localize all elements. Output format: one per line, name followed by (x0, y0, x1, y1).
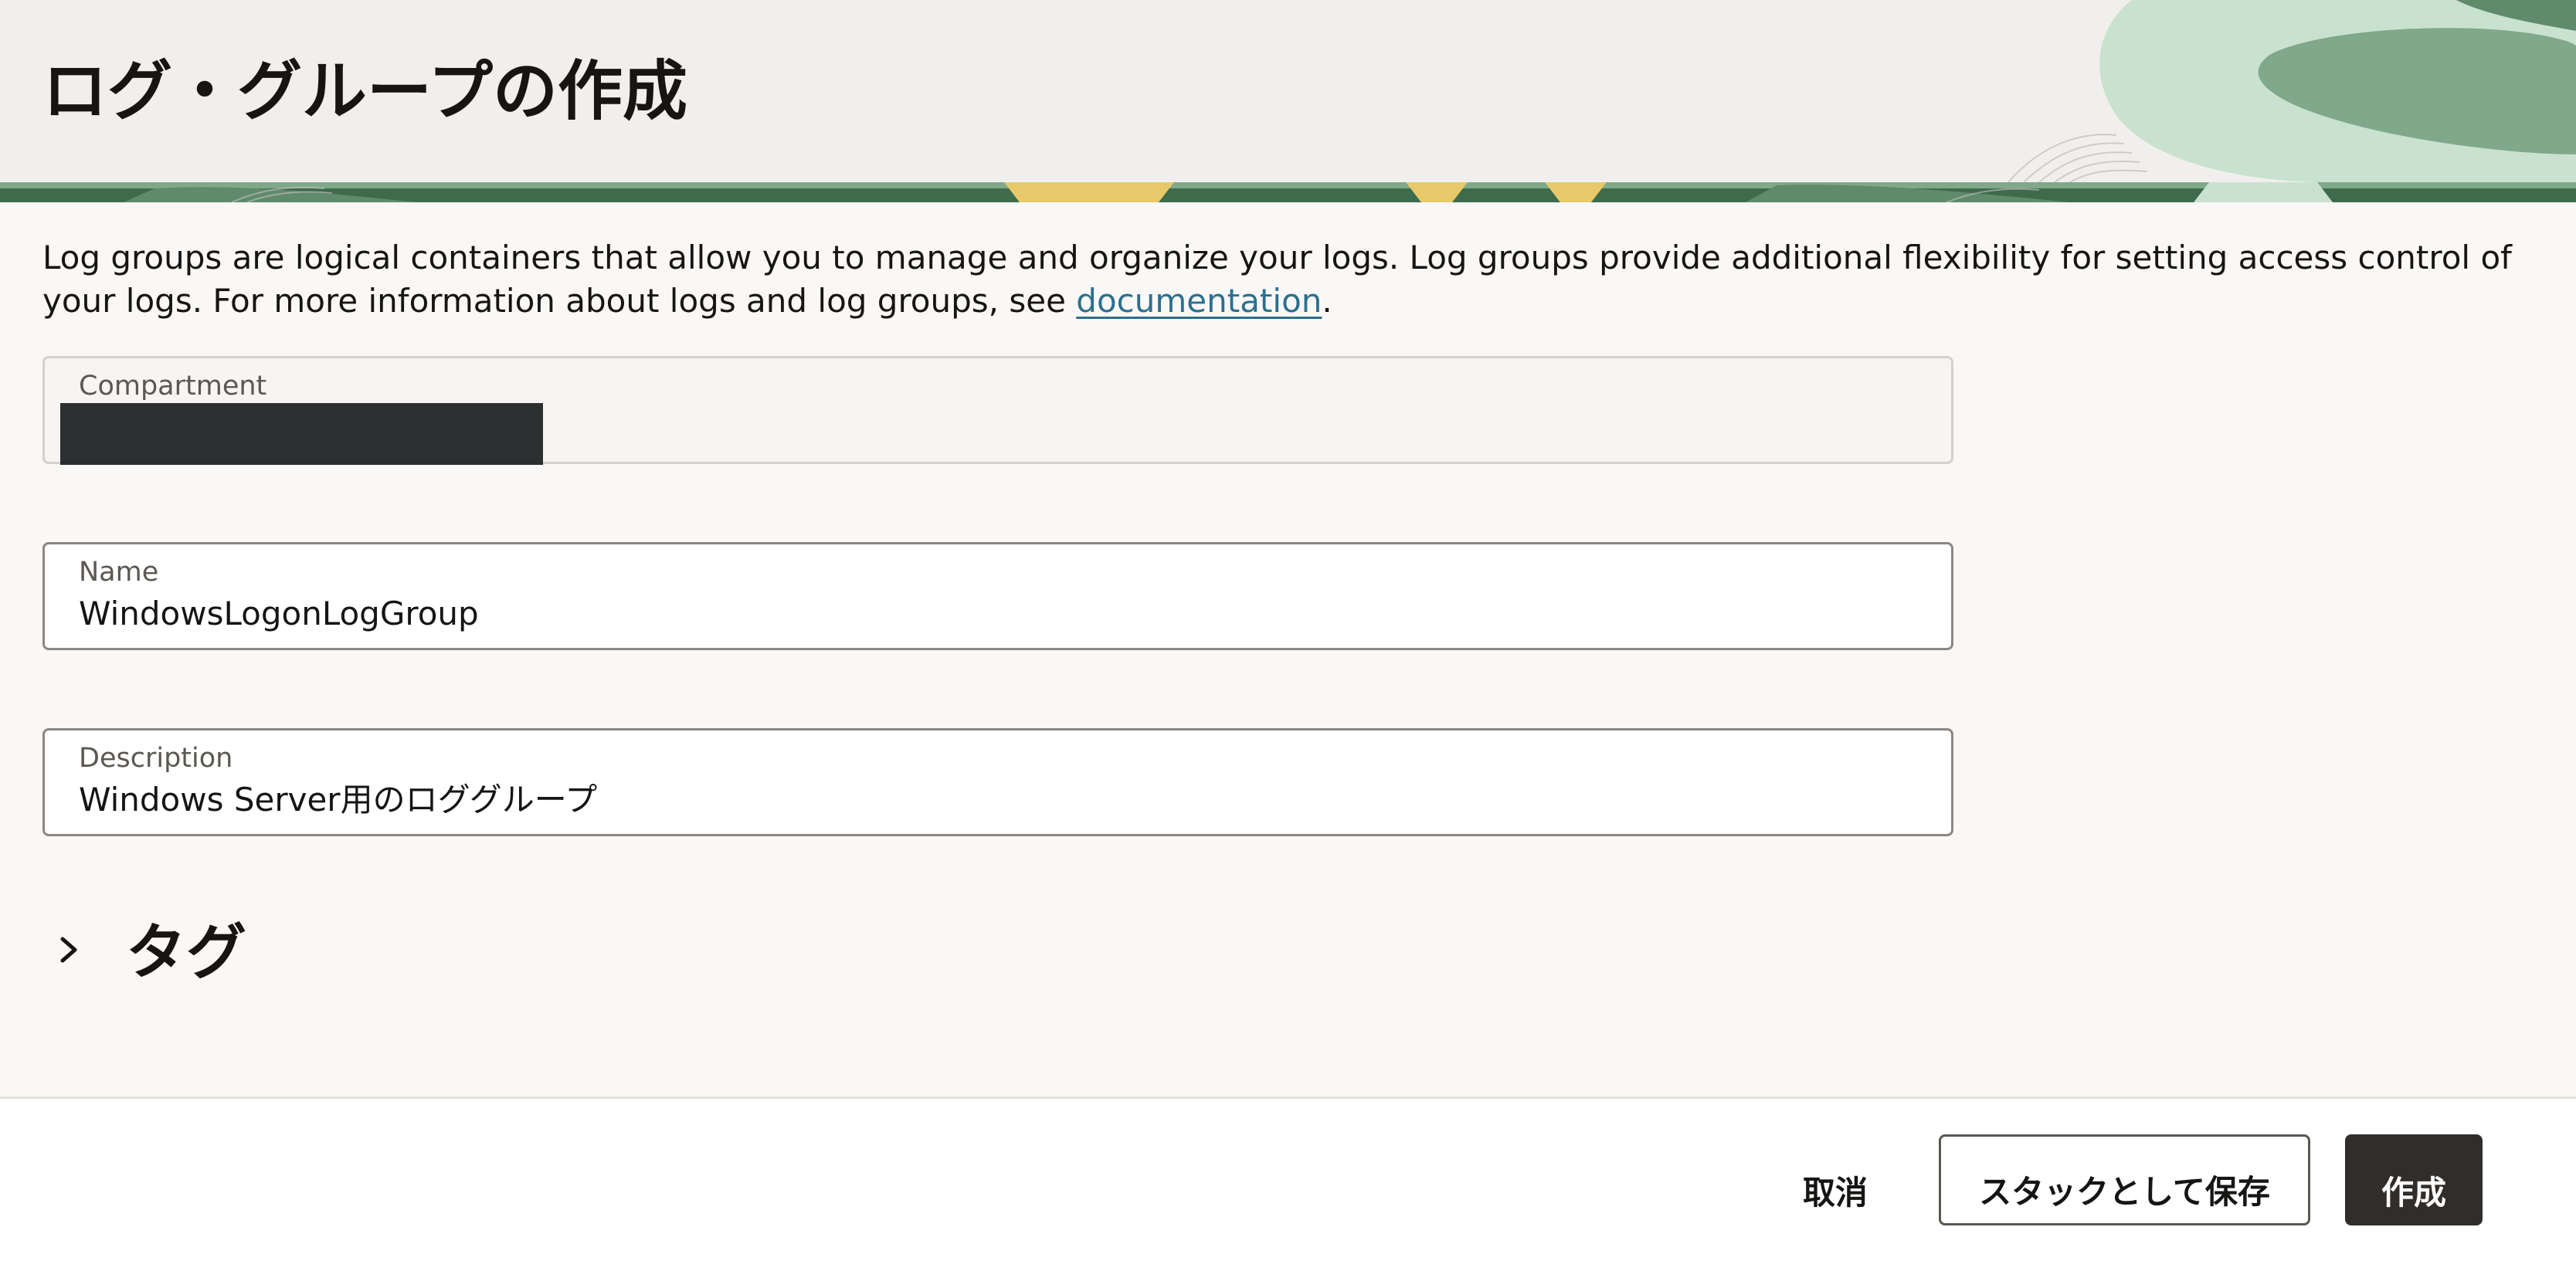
chevron-right-icon (60, 937, 77, 963)
intro-text-end: . (1322, 282, 1332, 320)
description-label: Description (79, 743, 233, 774)
panel-footer: 取消 スタックとして保存 作成 (0, 1097, 2576, 1261)
name-field[interactable]: Name WindowsLogonLogGroup (42, 542, 1953, 650)
name-input[interactable]: WindowsLogonLogGroup (79, 592, 479, 636)
panel-header: ログ・グループの作成 (0, 0, 2576, 202)
compartment-field: Compartment (42, 356, 1953, 465)
create-log-group-panel: ログ・グループの作成 Log groups are logical contai… (0, 0, 2576, 1261)
save-as-stack-button[interactable]: スタックとして保存 (1939, 1134, 2310, 1225)
cancel-button[interactable]: 取消 (1777, 1134, 1894, 1225)
tags-section-toggle[interactable]: タグ (42, 911, 583, 988)
intro-text: Log groups are logical containers that a… (42, 236, 2545, 323)
compartment-value-redacted (60, 403, 543, 465)
page-title: ログ・グループの作成 (42, 53, 687, 129)
compartment-label: Compartment (79, 371, 267, 402)
description-input[interactable]: Windows Server用のロググループ (79, 778, 597, 822)
name-label: Name (79, 557, 159, 588)
create-button[interactable]: 作成 (2345, 1134, 2483, 1225)
documentation-link[interactable]: documentation (1076, 282, 1322, 320)
description-field[interactable]: Description Windows Server用のロググループ (42, 728, 1953, 836)
tags-heading: タグ (126, 918, 247, 988)
